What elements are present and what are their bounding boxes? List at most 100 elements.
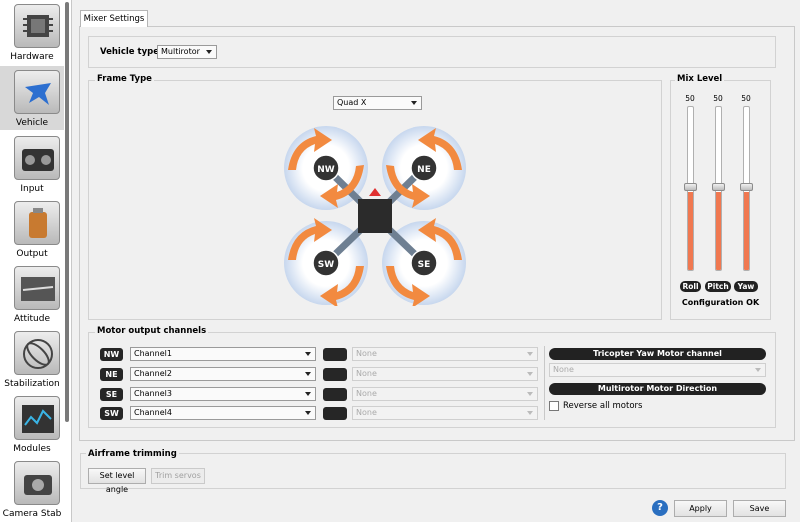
channel-select-nw[interactable]: Channel1 xyxy=(130,347,316,361)
secondary-value: None xyxy=(356,389,377,398)
sidebar-item-camera-stab[interactable]: Camera Stab xyxy=(0,457,64,521)
sidebar-item-label: Camera Stab xyxy=(2,509,62,519)
horizon-icon xyxy=(14,266,60,310)
motor-sw-button[interactable] xyxy=(323,407,347,420)
pitch-slider-handle[interactable] xyxy=(712,183,725,191)
frame-type-select[interactable]: Quad X xyxy=(333,96,422,110)
channel-select-ne[interactable]: Channel2 xyxy=(130,367,316,381)
motor-ne-label: NE xyxy=(417,165,431,175)
sidebar-item-attitude[interactable]: Attitude xyxy=(0,262,64,326)
aircraft-icon xyxy=(14,70,60,114)
sidebar-item-input[interactable]: Input xyxy=(0,132,64,196)
gyro-icon xyxy=(14,331,60,375)
motor-output-title: Motor output channels xyxy=(95,326,209,336)
channel-select-sw[interactable]: Channel4 xyxy=(130,406,316,420)
pitch-value: 50 xyxy=(713,94,723,103)
transmitter-icon xyxy=(14,136,60,180)
sidebar-item-vehicle[interactable]: Vehicle xyxy=(0,66,64,130)
roll-value: 50 xyxy=(685,94,695,103)
vehicle-type-label: Vehicle type: xyxy=(100,47,163,57)
sidebar-item-hardware[interactable]: Hardware xyxy=(0,0,64,64)
chevron-down-icon xyxy=(527,372,533,376)
secondary-value: None xyxy=(356,369,377,378)
motor-tag-se: SE xyxy=(100,388,123,401)
apply-button[interactable]: Apply xyxy=(674,500,727,517)
motor-tag-ne: NE xyxy=(100,368,123,381)
set-level-angle-button[interactable]: Set level angle xyxy=(88,468,146,494)
pitch-fill xyxy=(716,192,721,270)
secondary-value: None xyxy=(356,408,377,417)
sidebar-item-output[interactable]: Output xyxy=(0,197,64,261)
divider xyxy=(544,346,545,420)
airframe-trimming-title: Airframe trimming xyxy=(86,449,179,459)
reverse-motors-label: Reverse all motors xyxy=(563,401,643,411)
motor-se-label: SE xyxy=(418,260,431,270)
secondary-select-sw[interactable]: None xyxy=(352,406,538,420)
frame-type-value: Quad X xyxy=(337,98,367,107)
sidebar-item-label: Modules xyxy=(13,444,51,454)
pitch-label: Pitch xyxy=(705,281,731,292)
frame-type-title: Frame Type xyxy=(95,74,154,84)
motor-nw-button[interactable] xyxy=(323,348,347,361)
trim-servos-button[interactable]: Trim servos xyxy=(151,468,205,484)
sidebar-item-label: Stabilization xyxy=(4,379,60,389)
front-arrow-icon xyxy=(369,188,381,196)
tricopter-yaw-value: None xyxy=(553,365,574,374)
frame-body xyxy=(358,199,392,233)
yaw-label: Yaw xyxy=(734,281,758,292)
yaw-slider-handle[interactable] xyxy=(740,183,753,191)
modules-icon xyxy=(14,396,60,440)
vehicle-type-select[interactable]: Multirotor xyxy=(157,45,217,59)
sidebar-scrollbar[interactable] xyxy=(65,2,69,422)
sidebar-item-label: Hardware xyxy=(10,52,54,62)
secondary-select-nw[interactable]: None xyxy=(352,347,538,361)
yaw-value: 50 xyxy=(741,94,751,103)
motor-nw-label: NW xyxy=(317,165,335,175)
channel-value: Channel4 xyxy=(134,408,172,417)
configuration-status: Configuration OK xyxy=(681,298,760,307)
motor-tag-nw: NW xyxy=(100,348,123,361)
camera-icon xyxy=(14,461,60,505)
save-button[interactable]: Save xyxy=(733,500,786,517)
tab-mixer-settings[interactable]: Mixer Settings xyxy=(80,10,148,27)
motor-se-button[interactable] xyxy=(323,388,347,401)
chevron-down-icon xyxy=(527,352,533,356)
help-icon[interactable]: ? xyxy=(652,500,668,516)
chevron-down-icon xyxy=(527,411,533,415)
motor-sw-label: SW xyxy=(318,260,334,270)
secondary-value: None xyxy=(356,349,377,358)
motor-direction-header: Multirotor Motor Direction xyxy=(549,383,766,395)
chevron-down-icon xyxy=(305,352,311,356)
sidebar-item-label: Vehicle xyxy=(15,118,49,128)
channel-value: Channel3 xyxy=(134,389,172,398)
quad-x-diagram: NW NE SW SE xyxy=(284,126,466,306)
chevron-down-icon xyxy=(527,392,533,396)
sidebar-item-label: Input xyxy=(20,184,44,194)
chevron-down-icon xyxy=(411,101,417,105)
channel-value: Channel2 xyxy=(134,369,172,378)
sidebar-item-modules[interactable]: Modules xyxy=(0,392,64,456)
sidebar-item-label: Output xyxy=(16,249,48,259)
roll-slider-handle[interactable] xyxy=(684,183,697,191)
roll-fill xyxy=(688,192,693,270)
chevron-down-icon xyxy=(206,50,212,54)
roll-label: Roll xyxy=(680,281,701,292)
chip-icon xyxy=(14,4,60,48)
mix-level-title: Mix Level xyxy=(675,74,725,84)
sidebar-item-stabilization[interactable]: Stabilization xyxy=(0,327,64,391)
secondary-select-ne[interactable]: None xyxy=(352,367,538,381)
channel-value: Channel1 xyxy=(134,349,172,358)
chevron-down-icon xyxy=(305,372,311,376)
reverse-motors-checkbox[interactable] xyxy=(549,401,559,411)
chevron-down-icon xyxy=(305,411,311,415)
sidebar: Hardware Vehicle Input Output Attitude S… xyxy=(0,0,72,522)
chevron-down-icon xyxy=(305,392,311,396)
chevron-down-icon xyxy=(755,368,761,372)
tricopter-yaw-header: Tricopter Yaw Motor channel xyxy=(549,348,766,360)
yaw-fill xyxy=(744,192,749,270)
tricopter-yaw-select[interactable]: None xyxy=(549,363,766,377)
motor-ne-button[interactable] xyxy=(323,368,347,381)
channel-select-se[interactable]: Channel3 xyxy=(130,387,316,401)
sidebar-item-label: Attitude xyxy=(13,314,51,324)
secondary-select-se[interactable]: None xyxy=(352,387,538,401)
